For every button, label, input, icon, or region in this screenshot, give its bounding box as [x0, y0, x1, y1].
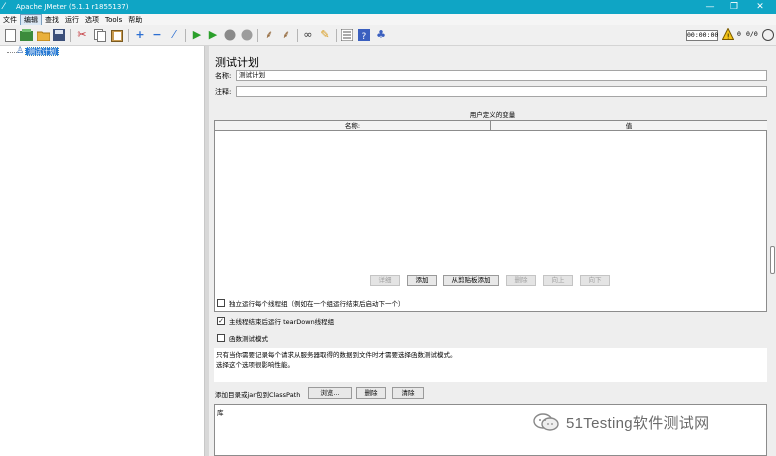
clear-all-icon[interactable]: ⸙ [279, 28, 293, 42]
menu-options[interactable]: 选项 [82, 15, 102, 25]
browse-button[interactable]: 浏览... [308, 387, 352, 399]
classpath-label: 添加目录或jar包到ClassPath [215, 391, 301, 399]
delete-button[interactable]: 删除 [506, 275, 536, 286]
copy-icon[interactable] [93, 28, 107, 42]
teardown-checkbox[interactable]: ✓ [217, 317, 225, 325]
shutdown-icon[interactable] [240, 28, 254, 42]
move-down-button[interactable]: 向下 [580, 275, 610, 286]
warning-icon[interactable]: ! [722, 28, 734, 40]
column-header-name[interactable]: 名称: [215, 121, 491, 131]
name-label: 名称: [215, 72, 232, 80]
window-title: Apache JMeter (5.1.1 r1855137) [16, 3, 129, 11]
watermark-text: 51Testing软件测试网 [566, 414, 710, 432]
paste-icon[interactable] [110, 28, 124, 42]
serialize-label: 独立运行每个线程组（例如在一个组运行结束后启动下一个） [229, 300, 405, 308]
detail-button[interactable]: 详细 [370, 275, 400, 286]
wechat-logo-icon [533, 413, 559, 431]
classpath-clear-button[interactable]: 清除 [392, 387, 424, 399]
add-from-clipboard-button[interactable]: 从剪贴板添加 [443, 275, 499, 286]
reset-search-icon[interactable]: ✎ [318, 28, 332, 42]
title-bar: ⁄ Apache JMeter (5.1.1 r1855137) — ❐ ✕ [0, 0, 776, 14]
clear-icon[interactable]: ⸙ [262, 28, 276, 42]
menu-tools[interactable]: Tools [102, 16, 125, 24]
test-plan-node-icon: ♙ [16, 46, 25, 56]
start-icon[interactable]: ▶ [190, 28, 204, 42]
test-plan-tree: ♙ 测试计划 [0, 46, 205, 456]
menu-edit[interactable]: 编辑 [20, 13, 42, 26]
description-line-1: 只有当你需要记录每个请求从服务器取得的数据到文件时才需要选择函数测试模式。 [216, 351, 457, 359]
toggle-icon[interactable]: ⁄ [167, 28, 181, 42]
new-icon[interactable] [3, 28, 17, 42]
page-title: 测试计划 [215, 56, 259, 69]
description-line-2: 选择这个选项很影响性能。 [216, 361, 294, 369]
restore-button[interactable]: ❐ [724, 0, 744, 14]
minimize-button[interactable]: — [700, 0, 720, 14]
menu-file[interactable]: 文件 [0, 15, 20, 25]
classpath-delete-button[interactable]: 删除 [356, 387, 386, 399]
error-count: 0 [737, 30, 741, 38]
library-column-header: 库 [217, 409, 224, 417]
serialize-checkbox[interactable] [217, 299, 225, 307]
functional-mode-checkbox[interactable] [217, 334, 225, 342]
tree-node-test-plan[interactable]: 测试计划 [25, 47, 59, 56]
serialize-thread-groups-option[interactable]: 独立运行每个线程组（例如在一个组运行结束后启动下一个） [217, 298, 405, 308]
scroll-thumb[interactable] [770, 246, 775, 274]
test-plan-panel: 测试计划 名称: 测试计划 注释: 用户定义的变量 名称: 值 详细 添加 从剪… [209, 46, 776, 456]
open-icon[interactable] [36, 28, 50, 42]
start-no-pause-icon[interactable]: ▶ [206, 28, 220, 42]
cut-icon[interactable]: ✂ [75, 28, 89, 42]
menu-run[interactable]: 运行 [62, 15, 82, 25]
menu-help[interactable]: 帮助 [125, 15, 145, 25]
column-header-value[interactable]: 值 [491, 121, 767, 131]
watermark: 51Testing软件测试网 [532, 410, 762, 434]
functional-mode-description: 只有当你需要记录每个请求从服务器取得的数据到文件时才需要选择函数测试模式。 选择… [214, 348, 767, 382]
comment-input[interactable] [236, 86, 767, 97]
comment-label: 注释: [215, 88, 232, 96]
menu-bar: 文件 编辑 查找 运行 选项 Tools 帮助 [0, 13, 776, 26]
jmeter-feather-icon: ⁄ [3, 2, 5, 12]
thread-count: 0/0 [746, 30, 758, 38]
help-icon[interactable]: ? [357, 28, 371, 42]
svg-text:!: ! [727, 33, 730, 41]
teardown-label: 主线程结束后运行 tearDown线程组 [229, 318, 335, 326]
user-variables-title: 用户定义的变量 [469, 111, 516, 119]
remote-engine-icon[interactable] [762, 29, 774, 41]
add-button[interactable]: 添加 [407, 275, 437, 286]
search-binoculars-icon[interactable]: ∞ [301, 28, 315, 42]
name-input[interactable]: 测试计划 [236, 70, 767, 81]
close-button[interactable]: ✕ [750, 0, 770, 14]
templates-icon[interactable] [19, 28, 33, 42]
elapsed-timer: 00:00:00 [686, 30, 719, 41]
expand-icon[interactable]: + [133, 28, 147, 42]
svg-text:?: ? [362, 32, 367, 41]
move-up-button[interactable]: 向上 [543, 275, 573, 286]
remote-icon[interactable]: ♣ [374, 28, 388, 42]
function-helper-icon[interactable] [340, 28, 354, 42]
functional-mode-label: 函数测试模式 [229, 335, 268, 343]
collapse-icon[interactable]: − [150, 28, 164, 42]
teardown-on-shutdown-option[interactable]: ✓ 主线程结束后运行 tearDown线程组 [217, 316, 334, 326]
toolbar: ✂ + − ⁄ ▶ ▶ ⸙ ⸙ ∞ ✎ ? ♣ 00:00:00 ! 0 0/0 [0, 25, 776, 46]
stop-icon[interactable] [223, 28, 237, 42]
save-icon[interactable] [52, 28, 66, 42]
functional-mode-option[interactable]: 函数测试模式 [217, 333, 268, 343]
menu-search[interactable]: 查找 [42, 15, 62, 25]
